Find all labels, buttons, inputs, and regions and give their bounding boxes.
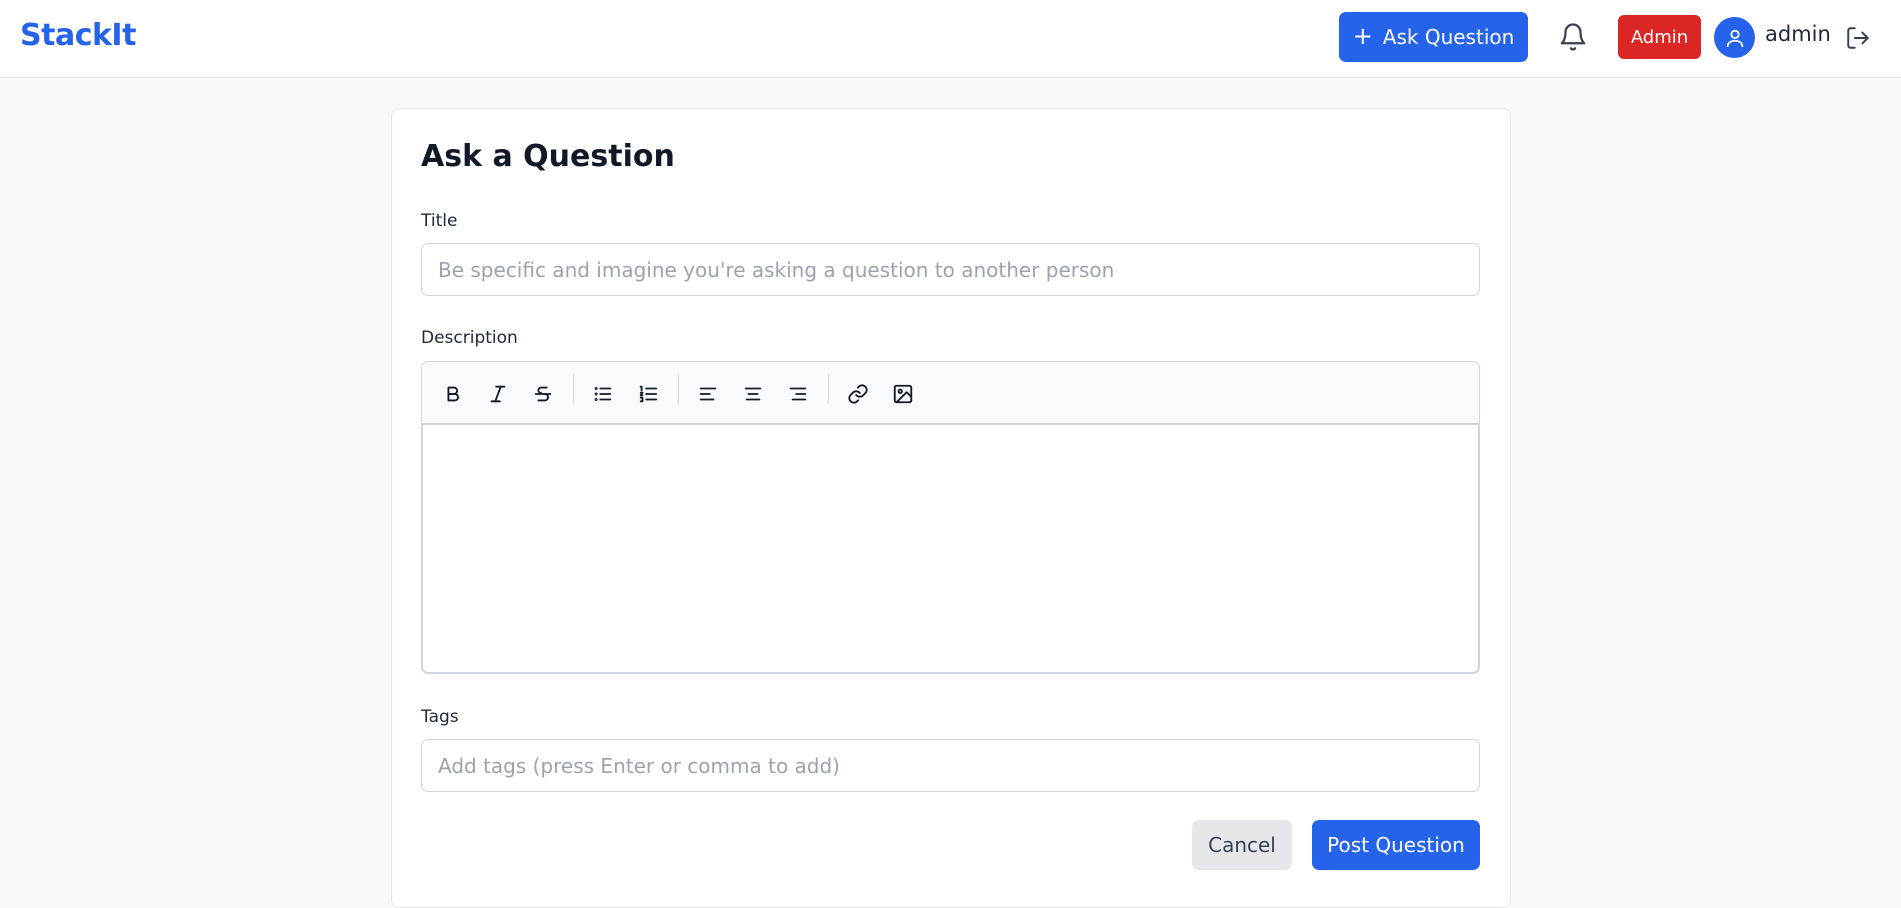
toolbar-divider — [573, 374, 574, 404]
notification-bell-icon[interactable] — [1556, 20, 1590, 54]
editor-toolbar — [421, 361, 1480, 424]
link-icon[interactable] — [843, 379, 873, 409]
ask-question-label: Ask Question — [1382, 25, 1515, 49]
cancel-button[interactable]: Cancel — [1192, 820, 1292, 870]
top-navbar: StackIt + Ask Question Admin admin — [0, 0, 1901, 78]
align-right-icon[interactable] — [783, 379, 813, 409]
plus-icon: + — [1352, 22, 1373, 50]
bold-icon[interactable] — [438, 379, 468, 409]
description-editor[interactable] — [421, 423, 1480, 674]
numbered-list-icon[interactable] — [633, 379, 663, 409]
tags-label: Tags — [421, 707, 459, 727]
logout-icon[interactable] — [1843, 23, 1873, 53]
bullet-list-icon[interactable] — [588, 379, 618, 409]
italic-icon[interactable] — [483, 379, 513, 409]
admin-badge[interactable]: Admin — [1618, 15, 1701, 59]
toolbar-divider — [678, 374, 679, 404]
title-label: Title — [421, 211, 458, 231]
align-center-icon[interactable] — [738, 379, 768, 409]
image-icon[interactable] — [888, 379, 918, 409]
logo[interactable]: StackIt — [20, 18, 136, 53]
tags-input[interactable] — [421, 739, 1480, 792]
toolbar-divider — [828, 374, 829, 404]
ask-question-button[interactable]: + Ask Question — [1339, 12, 1528, 62]
description-label: Description — [421, 328, 518, 348]
user-avatar-icon[interactable] — [1714, 17, 1755, 58]
align-left-icon[interactable] — [693, 379, 723, 409]
post-question-button[interactable]: Post Question — [1312, 820, 1480, 870]
username[interactable]: admin — [1765, 22, 1831, 46]
title-input[interactable] — [421, 243, 1480, 296]
page-title: Ask a Question — [421, 139, 675, 174]
strikethrough-icon[interactable] — [528, 379, 558, 409]
